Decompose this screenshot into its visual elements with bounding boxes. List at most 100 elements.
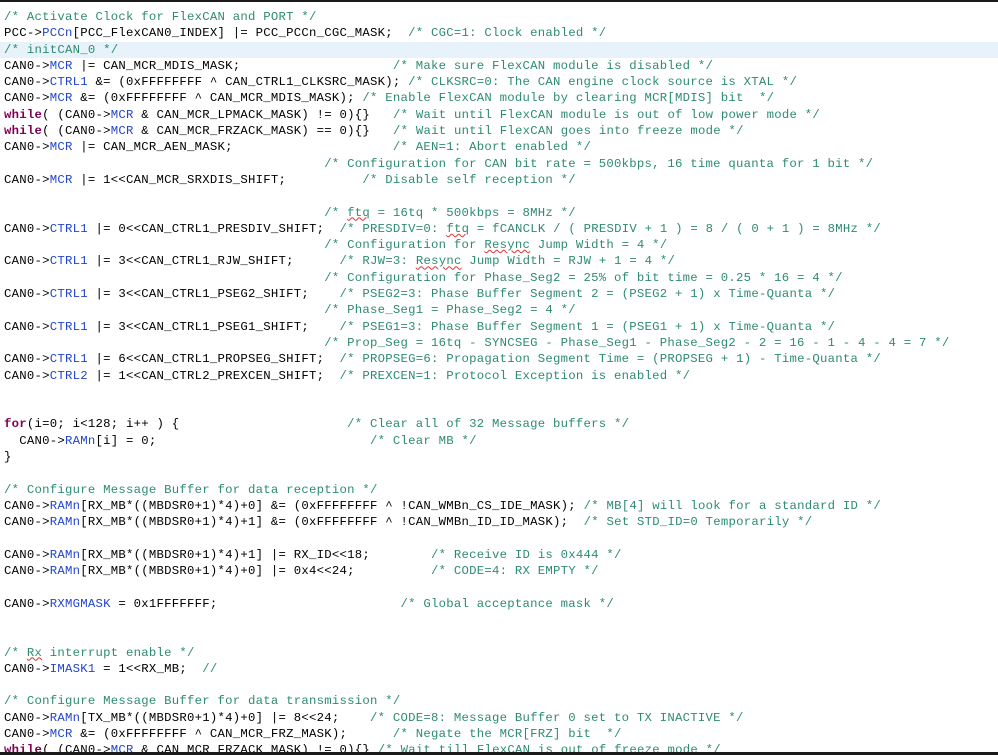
- code-line[interactable]: [0, 384, 998, 400]
- code-token-pln: |= 3<<CAN_CTRL1_RJW_SHIFT;: [87, 254, 340, 269]
- code-token-mem: CTRL1: [49, 319, 88, 334]
- code-line[interactable]: CAN0->CTRL1 &= (0xFFFFFFFF ^ CAN_CTRL1_C…: [0, 74, 998, 90]
- code-token-pln: [4, 336, 324, 350]
- code-line[interactable]: CAN0->MCR |= CAN_MCR_MDIS_MASK; /* Make …: [0, 58, 998, 74]
- code-token-pln: [RX_MB*((MBDSR0+1)*4)+1] |= RX_ID<<18;: [80, 547, 432, 562]
- code-line[interactable]: [0, 628, 998, 644]
- code-editor-pane[interactable]: /* Activate Clock for FlexCAN and PORT *…: [0, 0, 998, 755]
- code-line[interactable]: CAN0->IMASK1 = 1<<RX_MB; //: [0, 661, 998, 677]
- code-line[interactable]: [0, 188, 998, 204]
- code-token-pln: }: [4, 450, 12, 465]
- code-token-mem: RAMn: [49, 498, 81, 513]
- code-token-kw: while: [4, 107, 43, 122]
- code-line[interactable]: CAN0->RAMn[RX_MB*((MBDSR0+1)*4)+0] &= (0…: [0, 498, 998, 514]
- code-line[interactable]: /* Configuration for Phase_Seg2 = 25% of…: [0, 270, 998, 286]
- code-token-cmt: /* Configure Message Buffer for data tra…: [4, 694, 401, 709]
- code-line[interactable]: while( (CAN0->MCR & CAN_MCR_LPMACK_MASK)…: [0, 107, 998, 123]
- code-line[interactable]: [0, 612, 998, 628]
- code-token-pln: CAN0->: [4, 710, 50, 725]
- code-token-cmt: /* Clear MB */: [370, 433, 477, 448]
- code-line[interactable]: /* Activate Clock for FlexCAN and PORT *…: [0, 9, 998, 25]
- code-token-cmt: Jump Width = 4 */: [530, 238, 668, 253]
- code-line[interactable]: /* Configuration for Resync Jump Width =…: [0, 237, 998, 253]
- code-line[interactable]: for(i=0; i<128; i++ ) { /* Clear all of …: [0, 416, 998, 432]
- code-token-mem: RAMn: [65, 433, 96, 448]
- code-token-cmt: /*: [4, 645, 27, 660]
- code-token-mem: CTRL1: [49, 254, 88, 269]
- code-token-cmt: /* Enable FlexCAN module by clearing MCR…: [362, 91, 775, 106]
- code-line[interactable]: CAN0->MCR |= 1<<CAN_MCR_SRXDIS_SHIFT; /*…: [0, 172, 998, 188]
- code-line[interactable]: CAN0->RAMn[RX_MB*((MBDSR0+1)*4)+0] |= 0x…: [0, 563, 998, 579]
- code-token-pln: [TX_MB*((MBDSR0+1)*4)+0] |= 8<<24;: [80, 710, 371, 725]
- code-token-pln: &= (0xFFFFFFFF ^ CAN_MCR_FRZ_MASK);: [72, 727, 393, 742]
- code-token-pln: ( (CAN0->: [42, 743, 111, 755]
- code-line[interactable]: /* Phase_Seg1 = Phase_Seg2 = 4 */: [0, 302, 998, 318]
- code-token-mem: RXMGMASK: [49, 596, 111, 611]
- code-line[interactable]: /* ftq = 16tq * 500kbps = 8MHz */: [0, 205, 998, 221]
- code-token-pln: |= 0<<CAN_CTRL1_PRESDIV_SHIFT;: [87, 221, 340, 236]
- code-token-cmt: /* CODE=4: RX EMPTY */: [431, 564, 599, 579]
- code-line[interactable]: PCC->PCCn[PCC_FlexCAN0_INDEX] |= PCC_PCC…: [0, 25, 998, 41]
- code-line[interactable]: CAN0->CTRL1 |= 3<<CAN_CTRL1_PSEG2_SHIFT;…: [0, 286, 998, 302]
- code-token-cmt: /* Configuration for Phase_Seg2 = 25% of…: [324, 270, 843, 285]
- code-line[interactable]: CAN0->CTRL2 |= 1<<CAN_CTRL2_PREXCEN_SHIF…: [0, 368, 998, 384]
- code-line[interactable]: [0, 677, 998, 693]
- code-line[interactable]: [0, 531, 998, 547]
- code-line[interactable]: CAN0->RXMGMASK = 0x1FFFFFFF; /* Global a…: [0, 596, 998, 612]
- code-token-cmt: /* Negate the MCR[FRZ] bit */: [392, 727, 622, 742]
- code-token-mem: RAMn: [49, 547, 81, 562]
- code-token-cmt: /* Set STD_ID=0 Temporarily */: [583, 515, 813, 530]
- code-line[interactable]: /* Configure Message Buffer for data rec…: [0, 482, 998, 498]
- code-line[interactable]: CAN0->RAMn[RX_MB*((MBDSR0+1)*4)+1] |= RX…: [0, 547, 998, 563]
- code-line[interactable]: CAN0->CTRL1 |= 3<<CAN_CTRL1_RJW_SHIFT; /…: [0, 253, 998, 269]
- misspelled-word: ftq: [347, 205, 371, 220]
- code-surface[interactable]: /* Activate Clock for FlexCAN and PORT *…: [0, 2, 998, 755]
- code-line[interactable]: [0, 579, 998, 595]
- code-token-mem: CTRL1: [49, 287, 88, 302]
- code-token-cmt: /* RJW=3:: [339, 254, 416, 269]
- code-token-pln: |= CAN_MCR_MDIS_MASK;: [72, 58, 393, 73]
- code-line[interactable]: CAN0->CTRL1 |= 3<<CAN_CTRL1_PSEG1_SHIFT;…: [0, 319, 998, 335]
- code-line[interactable]: }: [0, 449, 998, 465]
- code-line[interactable]: CAN0->RAMn[i] = 0; /* Clear MB */: [0, 433, 998, 449]
- code-line[interactable]: while( (CAN0->MCR & CAN_MCR_FRZACK_MASK)…: [0, 123, 998, 139]
- code-line[interactable]: [0, 465, 998, 481]
- code-line[interactable]: /* Configure Message Buffer for data tra…: [0, 693, 998, 709]
- code-token-pln: CAN0->: [4, 58, 50, 73]
- code-token-pln: & CAN_MCR_FRZACK_MASK) == 0){}: [133, 124, 393, 139]
- code-token-mem: MCR: [110, 743, 134, 755]
- code-line[interactable]: CAN0->MCR &= (0xFFFFFFFF ^ CAN_MCR_MDIS_…: [0, 90, 998, 106]
- code-line[interactable]: /* Prop_Seg = 16tq - SYNCSEG - Phase_Seg…: [0, 335, 998, 351]
- code-line[interactable]: /* Configuration for CAN bit rate = 500k…: [0, 156, 998, 172]
- code-token-cmt: /* PROPSEG=6: Propagation Segment Time =…: [339, 352, 881, 367]
- code-line[interactable]: CAN0->RAMn[TX_MB*((MBDSR0+1)*4)+0] |= 8<…: [0, 710, 998, 726]
- code-line[interactable]: CAN0->RAMn[RX_MB*((MBDSR0+1)*4)+1] &= (0…: [0, 514, 998, 530]
- code-line[interactable]: CAN0->MCR &= (0xFFFFFFFF ^ CAN_MCR_FRZ_M…: [0, 726, 998, 742]
- code-token-cmt: /* initCAN_0 */: [4, 42, 119, 57]
- code-token-cmt: /* AEN=1: Abort enabled */: [392, 140, 592, 155]
- code-line[interactable]: CAN0->CTRL1 |= 0<<CAN_CTRL1_PRESDIV_SHIF…: [0, 221, 998, 237]
- code-token-pln: CAN0->: [4, 596, 50, 611]
- code-line[interactable]: /* Rx interrupt enable */: [0, 645, 998, 661]
- code-line[interactable]: [0, 400, 998, 416]
- code-token-pln: |= 1<<CAN_MCR_SRXDIS_SHIFT;: [72, 172, 363, 187]
- code-line[interactable]: CAN0->MCR |= CAN_MCR_AEN_MASK; /* AEN=1:…: [0, 139, 998, 155]
- code-line[interactable]: while( (CAN0->MCR & CAN_MCR_FRZACK_MASK)…: [0, 742, 998, 755]
- code-token-cmt: /* CLKSRC=0: The CAN engine clock source…: [408, 75, 798, 90]
- code-token-pln: CAN0->: [4, 498, 50, 513]
- code-token-pln: [4, 157, 324, 171]
- code-token-mem: IMASK1: [49, 661, 96, 676]
- code-line[interactable]: CAN0->CTRL1 |= 6<<CAN_CTRL1_PROPSEG_SHIF…: [0, 351, 998, 367]
- code-token-mem: RAMn: [49, 515, 81, 530]
- code-line[interactable]: /* initCAN_0 */: [0, 41, 998, 58]
- code-token-mem: PCCn: [42, 26, 73, 41]
- code-token-cmt: /* Wait till FlexCAN is out of freeze mo…: [377, 743, 721, 755]
- code-token-cmt: /* Global acceptance mask */: [400, 596, 615, 611]
- code-token-mem: CTRL1: [49, 75, 88, 90]
- code-token-kw: for: [4, 417, 27, 432]
- code-token-cmt: /* Configuration for: [324, 238, 485, 253]
- code-token-pln: CAN0->: [4, 254, 50, 269]
- code-token-mem: MCR: [49, 91, 73, 106]
- code-token-pln: & CAN_MCR_FRZACK_MASK) != 0){}: [133, 743, 378, 755]
- code-token-cmt: /* Wait until FlexCAN module is out of l…: [392, 107, 820, 122]
